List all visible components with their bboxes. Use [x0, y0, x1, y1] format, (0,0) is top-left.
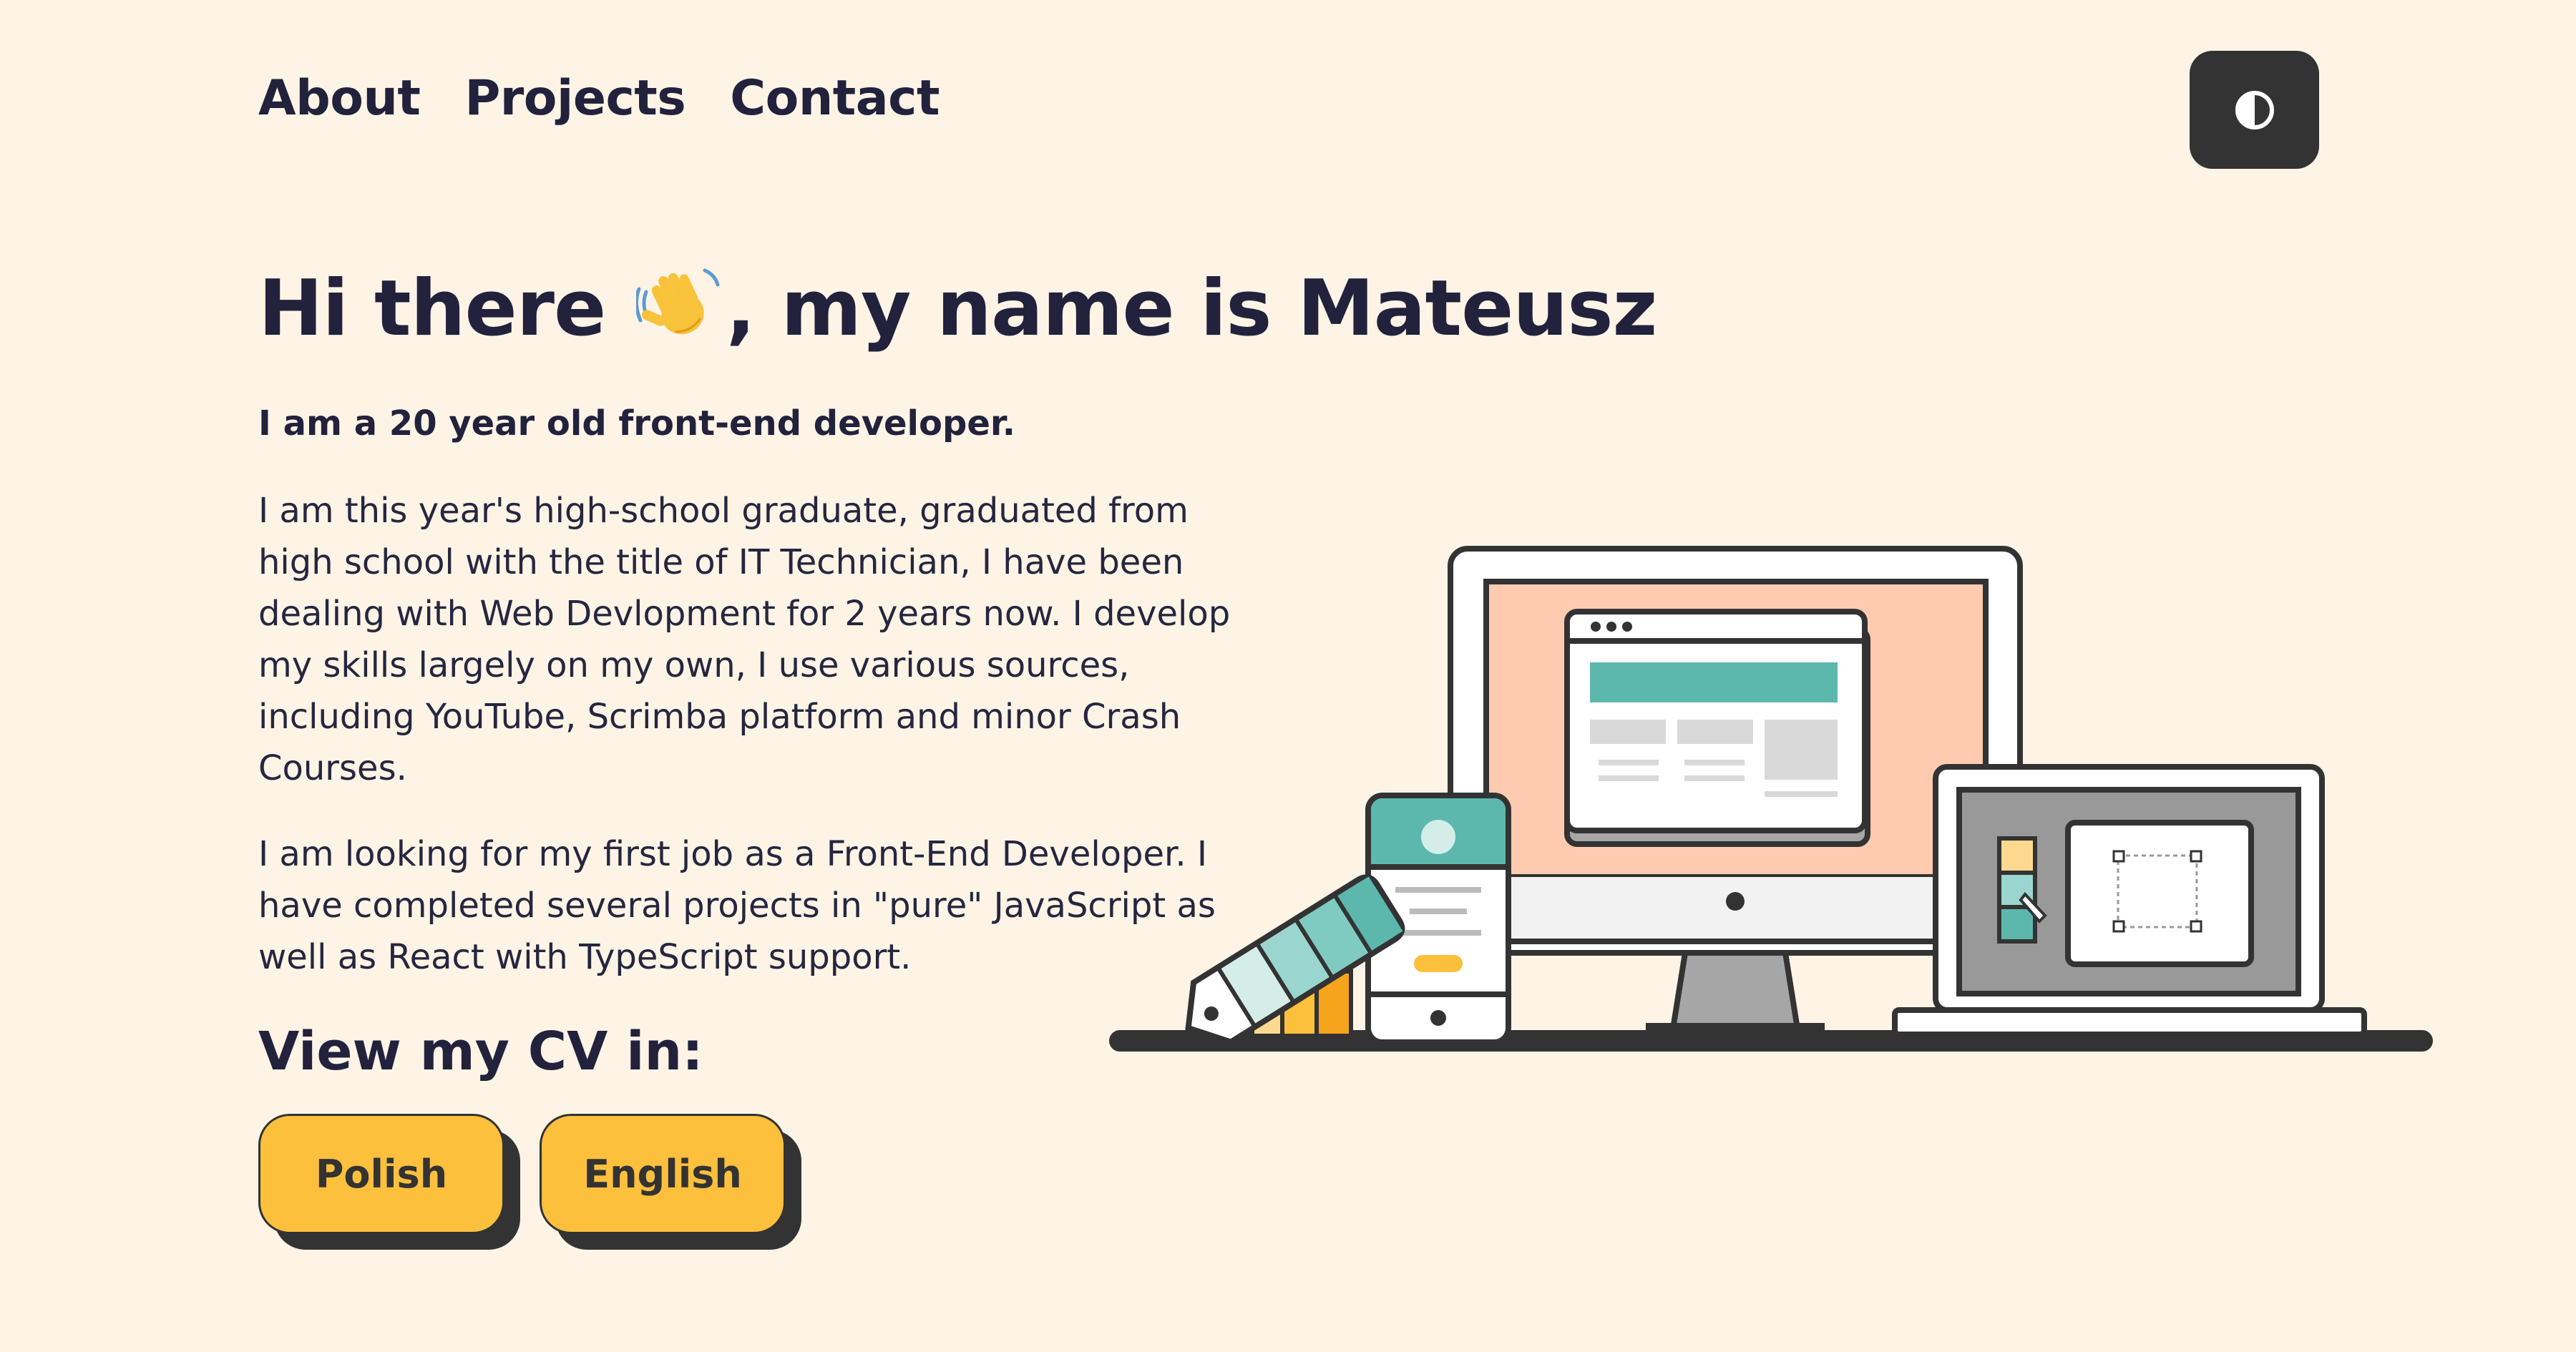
waving-hand-icon [634, 263, 722, 361]
laptop-illustration [1892, 764, 2367, 1037]
cv-polish-button[interactable]: Polish [258, 1114, 504, 1234]
devices-illustration [1109, 546, 2433, 1052]
main-nav: About Projects Contact [258, 70, 940, 127]
hero-lead: I am a 20 year old front-end developer. [258, 403, 1015, 444]
theme-toggle-button[interactable] [2190, 51, 2319, 169]
cv-english-button[interactable]: English [540, 1114, 786, 1234]
cv-title: View my CV in: [258, 1021, 703, 1082]
hero-title-name: , my name is Mateusz [726, 264, 1657, 353]
nav-link-contact[interactable]: Contact [730, 70, 940, 127]
hero-title: Hi there , my name is Mateusz [258, 263, 1657, 361]
nav-link-projects[interactable]: Projects [464, 70, 686, 127]
contrast-icon [2235, 90, 2274, 129]
nav-link-about[interactable]: About [258, 70, 421, 127]
hero-title-greeting: Hi there [258, 264, 606, 353]
job-paragraph: I am looking for my first job as a Front… [258, 834, 1216, 977]
about-paragraph: I am this year's high-school graduate, g… [258, 491, 1231, 788]
